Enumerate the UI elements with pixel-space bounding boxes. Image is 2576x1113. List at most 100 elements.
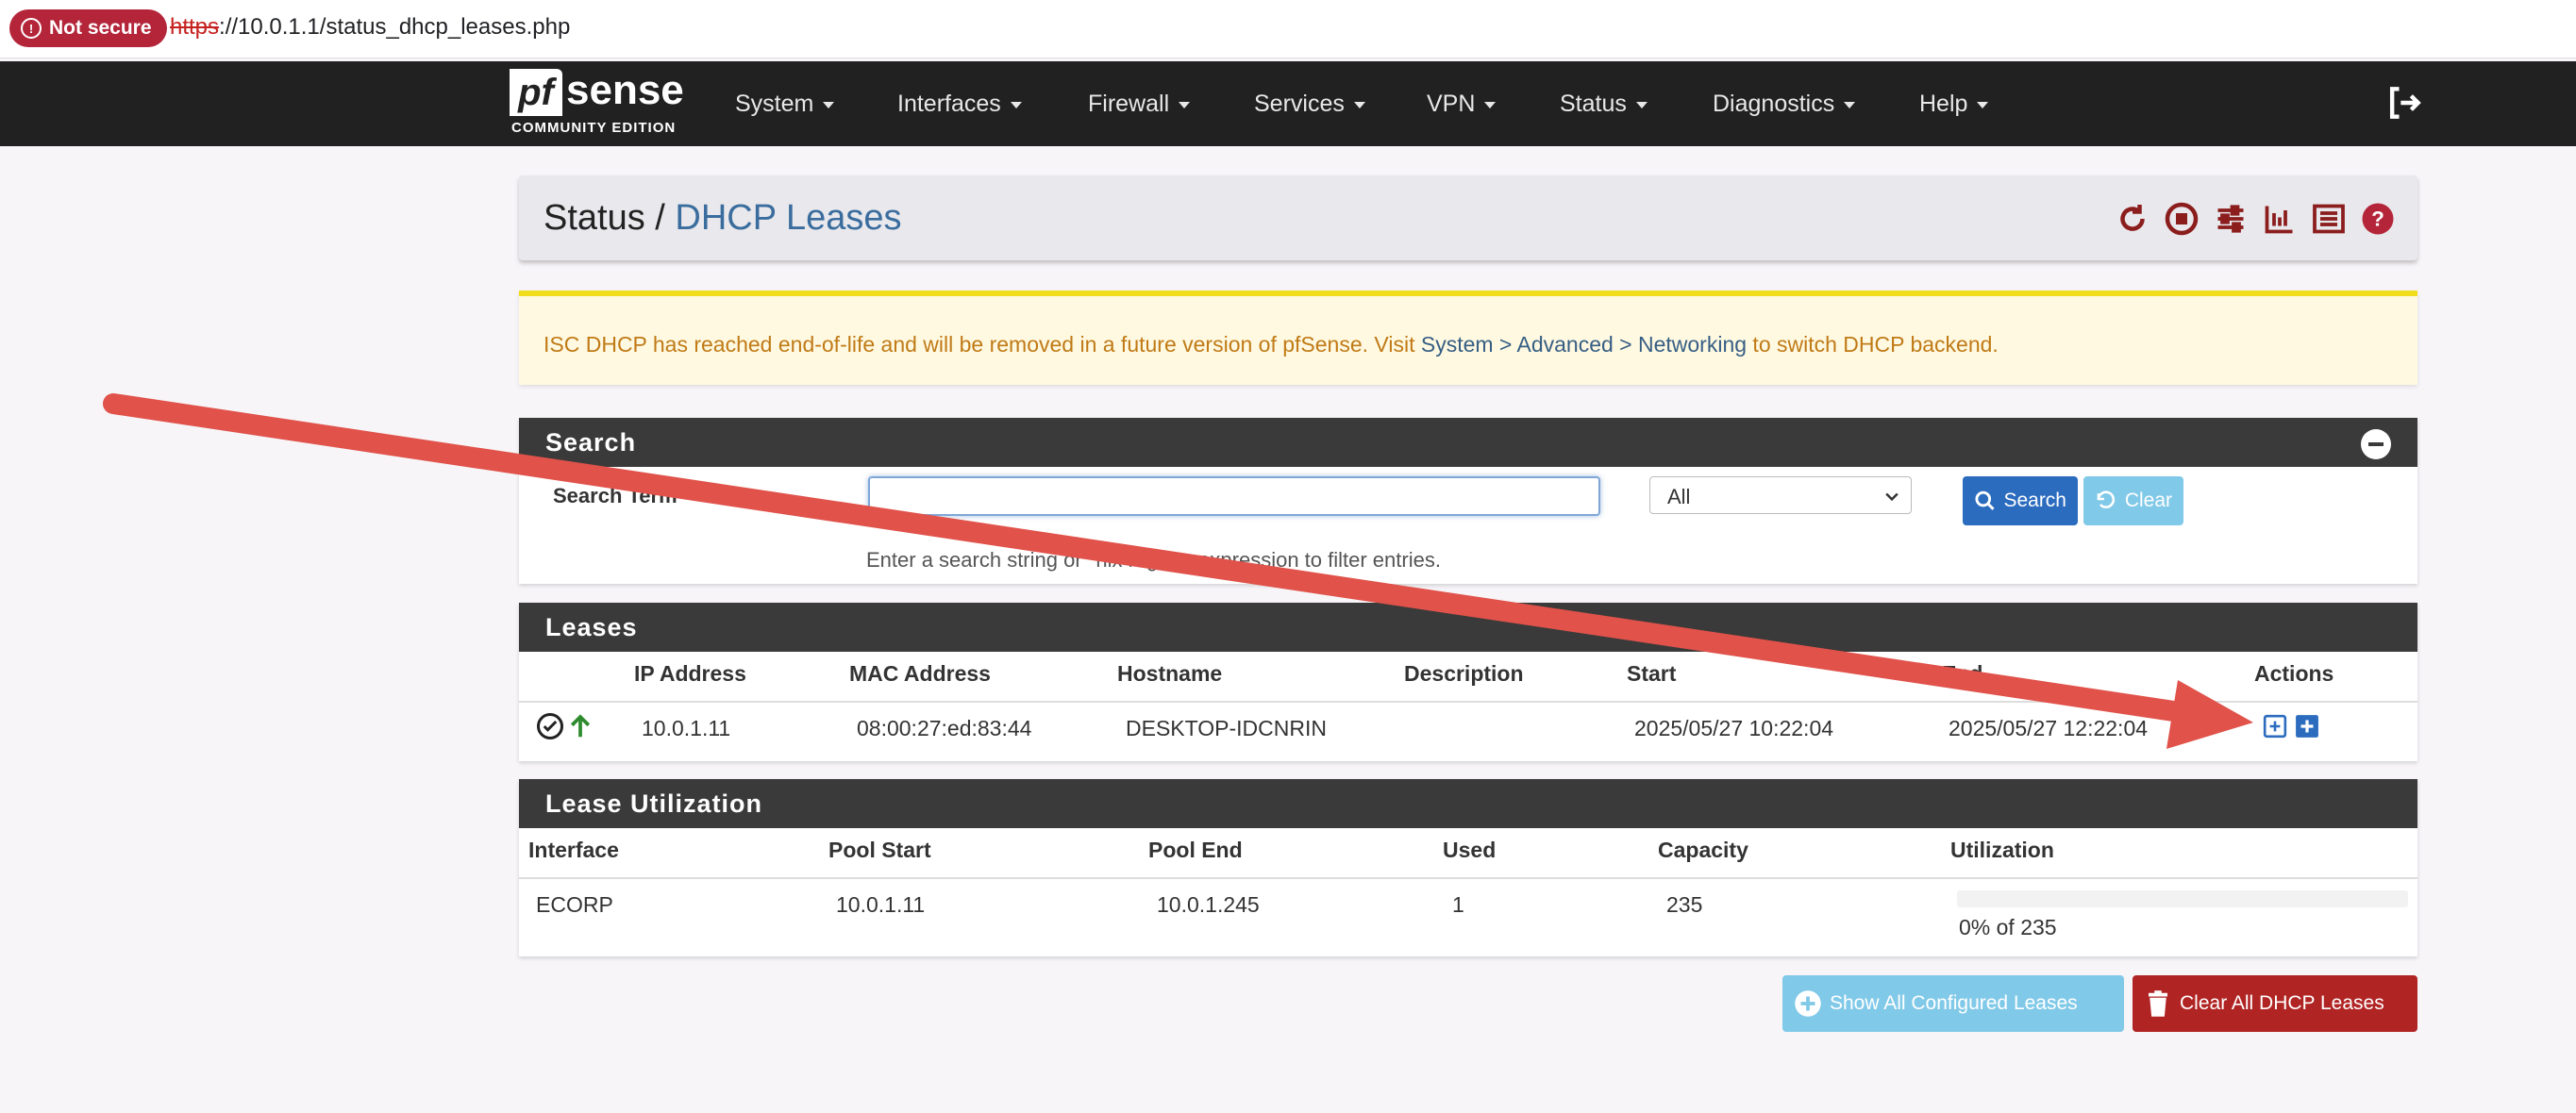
leases-panel: Leases IP Address MAC Address Hostname D…	[519, 603, 2417, 761]
caret-down-icon	[1484, 101, 1497, 108]
menu-status[interactable]: Status	[1560, 61, 1648, 146]
url-scheme: https	[170, 14, 220, 40]
pfsense-logo[interactable]: pf sense COMMUNITY EDITION	[510, 67, 689, 139]
menu-help[interactable]: Help	[1919, 61, 1989, 146]
undo-icon	[2097, 490, 2116, 508]
column-header-pool-start: Pool Start	[828, 838, 931, 862]
util-pool-end: 10.0.1.245	[1157, 892, 1260, 917]
clear-button[interactable]: Clear	[2083, 476, 2183, 525]
search-icon	[1975, 490, 1995, 510]
logo-wordmark: sense	[566, 67, 684, 113]
util-text: 0% of 235	[1959, 915, 2057, 939]
graph-icon[interactable]	[2263, 202, 2297, 236]
plus-circle-icon	[1795, 990, 1821, 1017]
caret-down-icon	[1844, 101, 1856, 108]
eol-warning-alert: ISC DHCP has reached end-of-life and wil…	[519, 291, 2417, 385]
caret-down-icon	[1353, 101, 1365, 108]
logo-pf-mark: pf	[510, 69, 562, 116]
search-button[interactable]: Search	[1963, 476, 2078, 525]
url-field[interactable]: https://10.0.1.1/status_dhcp_leases.php	[170, 14, 570, 41]
show-all-label: Show All Configured Leases	[1830, 992, 2078, 1014]
menu-status-label: Status	[1560, 91, 1627, 117]
column-header-ip: IP Address	[634, 661, 746, 686]
clear-button-label: Clear	[2124, 490, 2172, 511]
caret-down-icon	[1010, 101, 1022, 108]
column-header-pool-end: Pool End	[1148, 838, 1243, 862]
caret-down-icon	[1977, 101, 1989, 108]
not-secure-badge[interactable]: ! Not secure	[9, 9, 167, 47]
menu-interfaces-label: Interfaces	[897, 91, 1001, 117]
search-panel-title: Search	[545, 428, 637, 457]
row-divider	[519, 877, 2417, 879]
search-help-text: Enter a search string or *nix regular ex…	[866, 548, 1441, 572]
breadcrumb-parent[interactable]: Status /	[544, 198, 665, 238]
svg-text:?: ?	[2371, 208, 2384, 231]
menu-services[interactable]: Services	[1254, 61, 1365, 146]
column-header-mac: MAC Address	[849, 661, 991, 686]
stop-icon[interactable]	[2165, 202, 2199, 236]
menu-firewall[interactable]: Firewall	[1088, 61, 1191, 146]
menu-help-label: Help	[1919, 91, 1968, 117]
column-header-start: Start	[1627, 661, 1677, 686]
add-wol-mapping-icon[interactable]	[2295, 714, 2319, 739]
not-secure-label: Not secure	[49, 17, 152, 39]
menu-interfaces[interactable]: Interfaces	[897, 61, 1022, 146]
warning-icon: !	[21, 18, 42, 39]
chevron-down-icon	[1885, 492, 1899, 502]
online-arrow-up-icon	[570, 714, 591, 738]
column-header-used: Used	[1443, 838, 1497, 862]
clear-all-dhcp-leases-button[interactable]: Clear All DHCP Leases	[2133, 975, 2417, 1032]
caret-down-icon	[823, 101, 835, 108]
util-pool-start: 10.0.1.11	[836, 892, 926, 917]
breadcrumb: Status / DHCP Leases	[544, 198, 902, 239]
alert-link[interactable]: System > Advanced > Networking	[1421, 332, 1747, 357]
search-button-label: Search	[2003, 490, 2066, 511]
menu-firewall-label: Firewall	[1088, 91, 1170, 117]
column-header-utilization: Utilization	[1950, 838, 2054, 862]
help-icon[interactable]: ?	[2361, 202, 2395, 236]
filter-selected-value: All	[1667, 485, 1691, 508]
leases-panel-title: Leases	[545, 613, 638, 641]
utilization-panel-header: Lease Utilization	[519, 779, 2417, 828]
column-header-capacity: Capacity	[1658, 838, 1748, 862]
menu-system[interactable]: System	[735, 61, 835, 146]
caret-down-icon	[1179, 101, 1191, 108]
clear-all-label: Clear All DHCP Leases	[2180, 992, 2384, 1014]
lease-start: 2025/05/27 10:22:04	[1634, 716, 1834, 740]
top-navbar: pf sense COMMUNITY EDITION System Interf…	[0, 61, 2576, 146]
menu-diagnostics-label: Diagnostics	[1713, 91, 1835, 117]
search-panel-header: Search	[519, 418, 2417, 467]
add-static-mapping-icon[interactable]	[2263, 714, 2287, 739]
search-filter-select[interactable]: All	[1649, 476, 1912, 514]
alert-text-before: ISC DHCP has reached end-of-life and wil…	[544, 332, 1421, 357]
search-panel: Search Search Term All Search Clear Ente…	[519, 418, 2417, 584]
collapse-icon[interactable]	[2361, 429, 2391, 459]
search-input[interactable]	[868, 476, 1600, 516]
lease-utilization-panel: Lease Utilization Interface Pool Start P…	[519, 779, 2417, 956]
logout-icon[interactable]	[2384, 82, 2425, 124]
util-interface: ECORP	[536, 892, 613, 917]
log-list-icon[interactable]	[2312, 202, 2346, 236]
browser-address-bar: ! Not secure https://10.0.1.1/status_dhc…	[0, 0, 2576, 58]
settings-sliders-icon[interactable]	[2214, 202, 2248, 236]
column-header-actions: Actions	[2254, 661, 2334, 686]
menu-vpn-label: VPN	[1427, 91, 1476, 117]
menu-diagnostics[interactable]: Diagnostics	[1713, 61, 1856, 146]
menu-vpn[interactable]: VPN	[1427, 61, 1497, 146]
column-header-end: End	[1942, 661, 1983, 686]
menu-services-label: Services	[1254, 91, 1345, 117]
lease-hostname: DESKTOP-IDCNRIN	[1126, 716, 1327, 740]
show-all-configured-leases-button[interactable]: Show All Configured Leases	[1782, 975, 2124, 1032]
util-capacity: 235	[1666, 892, 1703, 917]
column-header-interface: Interface	[528, 838, 619, 862]
menu-system-label: System	[735, 91, 814, 117]
alert-text-after: to switch DHCP backend.	[1747, 332, 1999, 357]
lease-ip: 10.0.1.11	[642, 716, 731, 740]
restart-icon[interactable]	[2116, 202, 2149, 236]
logo-subtitle: COMMUNITY EDITION	[511, 120, 677, 136]
column-header-hostname: Hostname	[1117, 661, 1223, 686]
page-header: Status / DHCP Leases ?	[519, 175, 2417, 260]
breadcrumb-current[interactable]: DHCP Leases	[675, 198, 901, 238]
leases-panel-header: Leases	[519, 603, 2417, 652]
row-divider	[519, 701, 2417, 703]
